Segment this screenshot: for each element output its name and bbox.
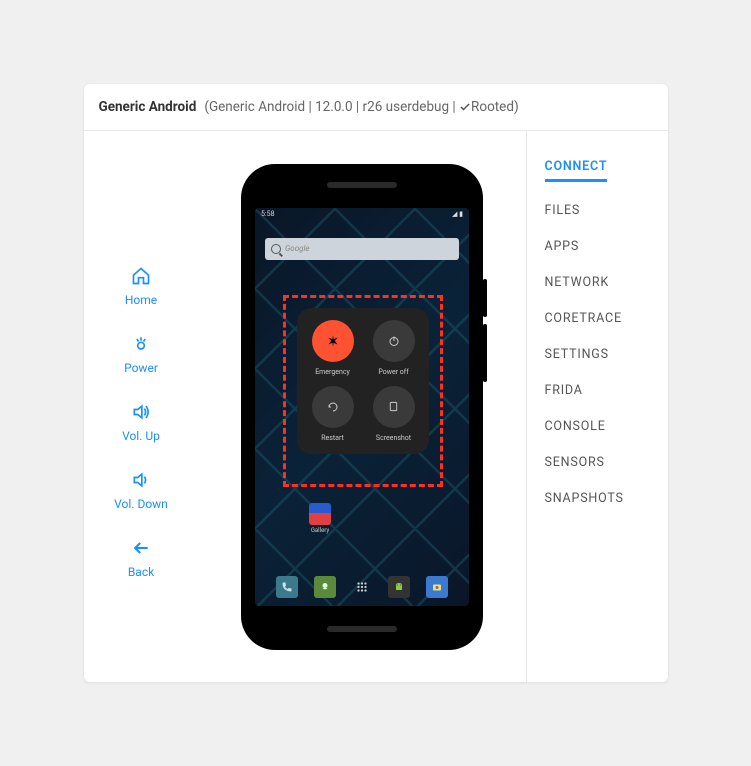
device-meta: (Generic Android | 12.0.0 | r26 userdebu… (204, 99, 518, 115)
checkmark-icon (459, 101, 471, 113)
dock-drawer[interactable] (351, 576, 373, 598)
dock-camera[interactable] (426, 576, 448, 598)
dock-messages[interactable] (314, 576, 336, 598)
status-icons: ◢ ▮ (452, 210, 463, 218)
dock-android[interactable] (388, 576, 410, 598)
gallery-app-icon[interactable]: Gallery (309, 503, 331, 534)
restart-icon (312, 386, 354, 428)
right-menu-panel: CONNECT FILES APPS NETWORK CORETRACE SET… (526, 131, 668, 682)
poweroff-icon (373, 320, 415, 362)
main-body: Home Power Vol. Up Vol. Down (84, 131, 668, 682)
menu-snapshots[interactable]: SNAPSHOTS (545, 491, 650, 506)
back-arrow-icon (130, 537, 152, 559)
power-menu-screenshot[interactable]: Screenshot (368, 386, 419, 442)
screenshot-icon (373, 386, 415, 428)
volume-up-button[interactable]: Vol. Up (122, 401, 160, 443)
power-menu-poweroff[interactable]: Power off (368, 320, 419, 376)
home-icon (130, 265, 152, 287)
volume-up-icon (130, 401, 152, 423)
status-bar: 5:58 ◢ ▮ (255, 208, 469, 220)
power-menu-restart[interactable]: Restart (307, 386, 358, 442)
power-icon (130, 333, 152, 355)
menu-files[interactable]: FILES (545, 203, 650, 218)
dock-phone[interactable] (276, 576, 298, 598)
power-menu: Emergency Power off Restar (297, 308, 429, 454)
menu-frida[interactable]: FRIDA (545, 383, 650, 398)
search-icon (271, 244, 281, 254)
home-button[interactable]: Home (125, 265, 157, 307)
power-button[interactable]: Power (124, 333, 158, 375)
menu-sensors[interactable]: SENSORS (545, 455, 650, 470)
device-controls-sidebar: Home Power Vol. Up Vol. Down (84, 131, 199, 682)
power-menu-emergency[interactable]: Emergency (307, 320, 358, 376)
emergency-icon (312, 320, 354, 362)
dock (255, 576, 469, 598)
device-screen[interactable]: 5:58 ◢ ▮ Google Emergency (255, 208, 469, 606)
device-header: Generic Android (Generic Android | 12.0.… (84, 84, 668, 131)
volume-down-icon (130, 469, 152, 491)
volume-down-button[interactable]: Vol. Down (114, 469, 168, 511)
menu-settings[interactable]: SETTINGS (545, 347, 650, 362)
device-frame: 5:58 ◢ ▮ Google Emergency (241, 164, 483, 650)
menu-network[interactable]: NETWORK (545, 275, 650, 290)
status-time: 5:58 (261, 210, 275, 218)
device-side-power (483, 279, 487, 317)
menu-coretrace[interactable]: CORETRACE (545, 311, 650, 326)
gallery-icon-graphic (309, 503, 331, 525)
device-display-area: 5:58 ◢ ▮ Google Emergency (199, 131, 526, 682)
menu-connect[interactable]: CONNECT (545, 159, 608, 182)
device-side-volume (483, 324, 487, 382)
app-container: Generic Android (Generic Android | 12.0.… (84, 84, 668, 682)
google-search-widget[interactable]: Google (265, 238, 459, 260)
search-placeholder: Google (285, 244, 310, 253)
device-name: Generic Android (99, 99, 197, 115)
menu-console[interactable]: CONSOLE (545, 419, 650, 434)
menu-apps[interactable]: APPS (545, 239, 650, 254)
back-button[interactable]: Back (128, 537, 154, 579)
